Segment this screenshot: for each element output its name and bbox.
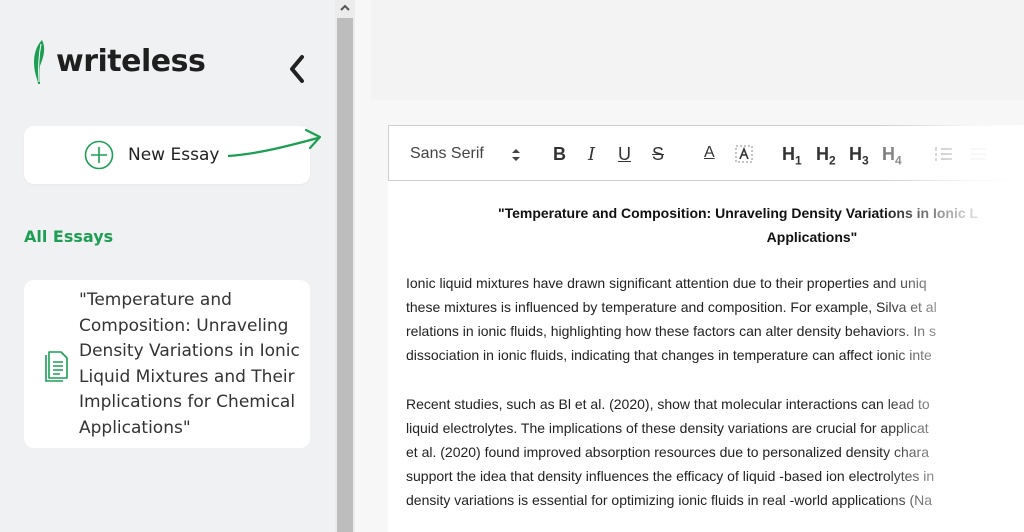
scroll-up-button[interactable] bbox=[335, 0, 355, 16]
essay-list-item[interactable]: "Temperature and Composition: Unraveling… bbox=[24, 280, 310, 448]
document-title: "Temperature and Composition: Unraveling… bbox=[438, 201, 1024, 249]
heading3-button[interactable]: H3 bbox=[849, 144, 869, 168]
heading4-button[interactable]: H4 bbox=[882, 144, 902, 168]
heading2-button[interactable]: H2 bbox=[816, 144, 836, 168]
heading1-label: H bbox=[782, 144, 795, 164]
sidebar-scrollbar[interactable] bbox=[335, 0, 355, 532]
document-title-line2: Applications" bbox=[766, 229, 858, 245]
heading4-sub: 4 bbox=[895, 153, 902, 168]
plus-circle-icon bbox=[84, 140, 114, 170]
ordered-list-icon[interactable] bbox=[935, 146, 953, 162]
chevron-left-icon bbox=[290, 55, 304, 83]
bold-button[interactable]: B bbox=[553, 144, 566, 165]
paragraph-2: Recent studies, such as Bl et al. (2020)… bbox=[406, 392, 934, 512]
paragraph-line: Ionic liquid mixtures have drawn signifi… bbox=[406, 275, 927, 291]
logo[interactable]: writeless bbox=[28, 38, 206, 84]
heading3-sub: 3 bbox=[862, 153, 869, 168]
arrow-icon bbox=[228, 128, 322, 158]
paragraph-line: Recent studies, such as Bl et al. (2020)… bbox=[406, 396, 930, 412]
bullet-list-icon[interactable] bbox=[969, 146, 987, 162]
editor-toolbar: Sans Serif B I U S A H1 H2 H3 H4 bbox=[388, 125, 1024, 181]
font-family-select[interactable]: Sans Serif bbox=[410, 145, 484, 163]
italic-button[interactable]: I bbox=[588, 144, 595, 165]
text-color-button[interactable]: A bbox=[704, 144, 715, 162]
heading4-label: H bbox=[882, 144, 895, 164]
heading2-sub: 2 bbox=[829, 153, 836, 168]
select-arrows-icon[interactable] bbox=[511, 148, 521, 162]
collapse-sidebar-button[interactable] bbox=[286, 52, 308, 86]
all-essays-heading: All Essays bbox=[24, 227, 114, 246]
strike-button[interactable]: S bbox=[652, 144, 664, 165]
heading3-label: H bbox=[849, 144, 862, 164]
paragraph-line: dissociation in ionic fluids, indicating… bbox=[406, 347, 932, 363]
underline-button[interactable]: U bbox=[618, 144, 631, 165]
heading2-label: H bbox=[816, 144, 829, 164]
paragraph-1: Ionic liquid mixtures have drawn signifi… bbox=[406, 271, 937, 367]
paragraph-line: density variations is essential for opti… bbox=[406, 492, 933, 508]
background-color-icon[interactable] bbox=[735, 145, 753, 163]
document-icon bbox=[45, 351, 68, 382]
sidebar: writeless New Essay All Essays "Temperat… bbox=[0, 0, 335, 532]
paragraph-line: et al. (2020) found improved absorption … bbox=[406, 444, 929, 460]
essay-title: "Temperature and Composition: Unraveling… bbox=[79, 290, 300, 438]
feather-logo-icon bbox=[34, 40, 45, 84]
editor-header bbox=[371, 0, 1024, 100]
paragraph-line: support the idea that density influences… bbox=[406, 468, 935, 484]
document-title-line1: "Temperature and Composition: Unraveling… bbox=[497, 205, 979, 221]
paragraph-line: these mixtures is influenced by temperat… bbox=[406, 299, 937, 315]
chevron-up-icon bbox=[340, 4, 350, 11]
paragraph-line: liquid electrolytes. The implications of… bbox=[406, 420, 929, 436]
heading1-sub: 1 bbox=[795, 153, 802, 168]
heading1-button[interactable]: H1 bbox=[782, 144, 802, 168]
scrollbar-thumb[interactable] bbox=[337, 18, 353, 532]
new-essay-label: New Essay bbox=[128, 145, 220, 165]
paragraph-line: relations in ionic fluids, highlighting … bbox=[406, 323, 936, 339]
logo-text: writeless bbox=[56, 43, 206, 79]
